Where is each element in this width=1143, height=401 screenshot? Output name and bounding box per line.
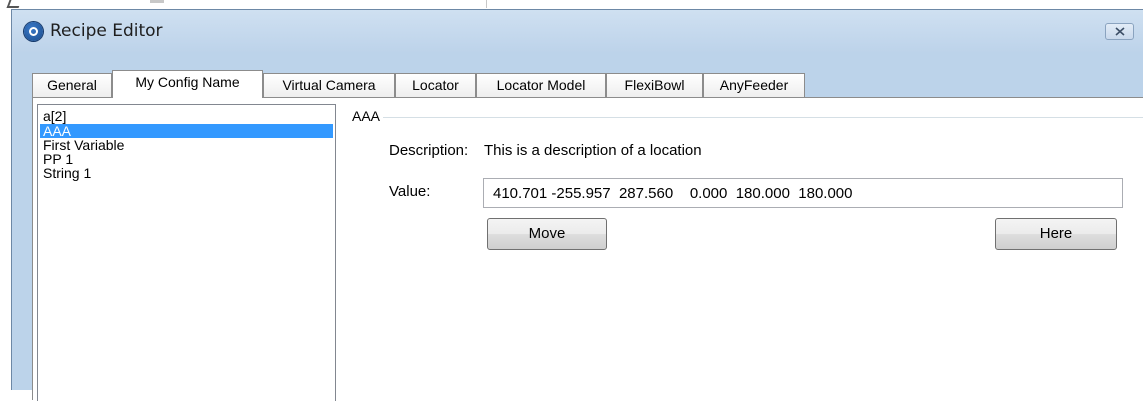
window-title: Recipe Editor <box>50 21 163 41</box>
background-fragment <box>486 0 487 8</box>
close-icon <box>1115 27 1125 36</box>
list-item[interactable]: AAA <box>40 124 333 138</box>
background-cursor-fragment <box>6 0 22 8</box>
variable-list[interactable]: a[2] AAA First Variable PP 1 String 1 <box>37 104 336 401</box>
list-item[interactable]: a[2] <box>40 108 333 124</box>
groupbox-border <box>372 117 1143 118</box>
list-item[interactable]: First Variable <box>40 138 333 152</box>
here-button[interactable]: Here <box>995 218 1117 250</box>
move-button[interactable]: Move <box>487 218 607 250</box>
list-item[interactable]: PP 1 <box>40 152 333 166</box>
app-logo-icon <box>24 22 43 41</box>
title-bar[interactable]: Recipe Editor <box>12 10 1143 52</box>
description-value: This is a description of a location <box>484 142 702 159</box>
tab-my-config-name[interactable]: My Config Name <box>112 70 263 98</box>
tab-locator[interactable]: Locator <box>395 73 476 97</box>
description-label: Description: <box>389 142 469 159</box>
tab-locator-model[interactable]: Locator Model <box>476 73 606 97</box>
recipe-editor-window: Recipe Editor a[2] AAA First Variable PP… <box>11 9 1143 401</box>
list-item[interactable]: String 1 <box>40 166 333 180</box>
tab-content-panel: a[2] AAA First Variable PP 1 String 1 AA… <box>32 97 1143 401</box>
tab-anyfeeder[interactable]: AnyFeeder <box>703 73 805 97</box>
value-label: Value: <box>389 183 431 200</box>
tab-flexibowl[interactable]: FlexiBowl <box>606 73 703 97</box>
value-input[interactable] <box>483 178 1123 208</box>
background-fragment <box>150 0 164 3</box>
tab-virtual-camera[interactable]: Virtual Camera <box>263 73 395 97</box>
close-button[interactable] <box>1105 23 1134 40</box>
tab-general[interactable]: General <box>32 73 112 97</box>
group-title: AAA <box>352 108 384 124</box>
